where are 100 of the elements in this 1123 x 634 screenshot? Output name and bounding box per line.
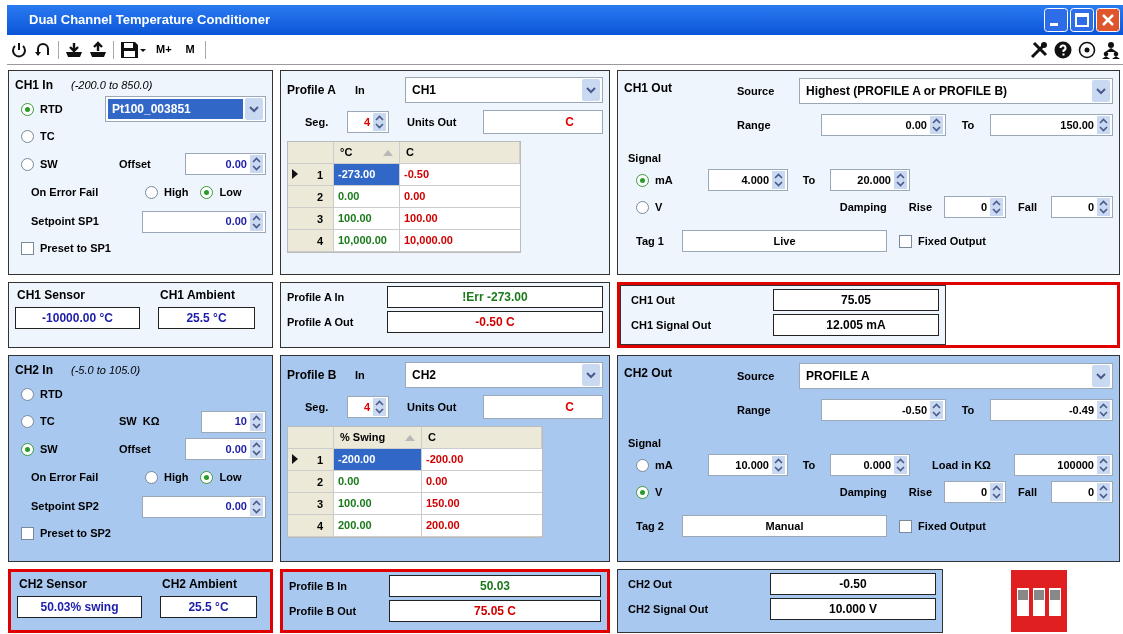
spin-field[interactable]: 100000 <box>1014 454 1113 476</box>
column-header[interactable]: C <box>400 142 520 164</box>
spin-field[interactable]: 4 <box>347 111 389 133</box>
checkbox-option[interactable]: Fixed Output <box>899 517 986 535</box>
spin-field[interactable]: 4 <box>347 396 389 418</box>
row-header[interactable]: 4 <box>288 230 334 252</box>
table-cell[interactable]: 0.00 <box>334 186 400 208</box>
dropdown[interactable]: PROFILE A <box>799 363 1113 389</box>
radio-option[interactable]: TC <box>15 128 119 145</box>
spin-field[interactable]: -0.49 <box>990 399 1113 421</box>
table-cell[interactable]: 200.00 <box>422 515 542 537</box>
table-cell[interactable]: 10,000.00 <box>334 230 400 252</box>
chevron-down-icon[interactable] <box>582 79 600 101</box>
spinner-icon[interactable] <box>1097 401 1110 419</box>
help-icon[interactable] <box>1054 40 1072 59</box>
table-cell[interactable]: 200.00 <box>334 515 422 537</box>
spin-field[interactable]: 0.000 <box>830 454 910 476</box>
column-header[interactable]: C <box>422 427 542 449</box>
radio-option[interactable]: RTD <box>15 385 105 403</box>
text-field[interactable]: Live <box>682 230 887 252</box>
row-header[interactable]: 1 <box>288 164 334 186</box>
upload-icon[interactable] <box>89 40 107 59</box>
radio-option[interactable]: mA <box>624 456 708 474</box>
spinner-icon[interactable] <box>1097 456 1110 474</box>
spin-field[interactable]: 0.00 <box>185 153 266 175</box>
checkbox-option[interactable]: Preset to SP2 <box>15 524 111 542</box>
dropdown[interactable]: CH2 <box>405 362 603 388</box>
spin-field[interactable]: 0.00 <box>142 495 266 518</box>
column-header[interactable]: °C <box>334 142 400 164</box>
row-header[interactable]: 2 <box>288 471 334 493</box>
spinner-icon[interactable] <box>772 456 785 474</box>
text-field[interactable]: C <box>483 110 603 134</box>
radio-option[interactable]: mA <box>624 171 708 189</box>
table-cell[interactable]: 0.00 <box>422 471 542 493</box>
radio-option[interactable]: RTD <box>15 100 105 118</box>
spin-field[interactable]: 0.00 <box>142 210 266 233</box>
minimize-button[interactable] <box>1044 8 1068 32</box>
power-icon[interactable] <box>10 40 28 59</box>
chevron-down-icon[interactable] <box>1092 365 1110 387</box>
spinner-icon[interactable] <box>373 113 386 131</box>
row-header[interactable]: 4 <box>288 515 334 537</box>
spinner-icon[interactable] <box>1097 198 1110 216</box>
spinner-icon[interactable] <box>373 398 386 416</box>
spinner-icon[interactable] <box>930 116 943 134</box>
memory-button[interactable]: M+ <box>152 41 176 58</box>
dropdown[interactable]: Pt100_003851 <box>105 96 266 122</box>
spinner-icon[interactable] <box>990 198 1004 216</box>
radio-option[interactable]: V <box>624 483 663 501</box>
spin-field[interactable]: 10 <box>201 410 266 433</box>
row-header[interactable]: 1 <box>288 449 334 471</box>
row-header[interactable]: 2 <box>288 186 334 208</box>
spin-field[interactable]: 0 <box>1051 481 1113 503</box>
text-field[interactable]: Manual <box>682 515 887 537</box>
spin-field[interactable]: 0 <box>1051 196 1113 218</box>
text-field[interactable]: C <box>483 395 603 419</box>
table-cell[interactable]: 10,000.00 <box>400 230 520 252</box>
row-header[interactable]: 3 <box>288 493 334 515</box>
memory-button[interactable]: M <box>181 41 199 58</box>
spin-field[interactable]: 4.000 <box>708 169 788 191</box>
spin-field[interactable]: 10.000 <box>708 454 788 476</box>
spin-field[interactable]: 20.000 <box>830 169 910 191</box>
spin-field[interactable]: 150.00 <box>990 114 1113 136</box>
table-cell[interactable]: 100.00 <box>400 208 520 230</box>
radio-option[interactable]: V <box>624 198 663 216</box>
tools-icon[interactable] <box>1030 40 1048 59</box>
target-icon[interactable] <box>1078 40 1096 59</box>
checkbox-option[interactable]: Preset to SP1 <box>15 239 111 257</box>
table-cell[interactable]: 100.00 <box>334 493 422 515</box>
spinner-icon[interactable] <box>250 440 263 458</box>
close-button[interactable] <box>1096 8 1120 32</box>
table-cell[interactable]: 0.00 <box>334 471 422 493</box>
table-cell[interactable]: -200.00 <box>422 449 542 471</box>
people-icon[interactable] <box>1102 40 1120 59</box>
spin-field[interactable]: 0.00 <box>185 438 266 460</box>
table-cell[interactable]: -200.00 <box>334 449 422 471</box>
chevron-down-icon[interactable] <box>1092 80 1110 102</box>
table-cell[interactable]: -0.50 <box>400 164 520 186</box>
spinner-icon[interactable] <box>1097 116 1110 134</box>
radio-option[interactable]: TC <box>15 413 119 430</box>
dropdown[interactable]: CH1 <box>405 77 603 103</box>
radio-option[interactable]: SW <box>15 440 119 458</box>
spinner-icon[interactable] <box>250 412 263 431</box>
spinner-icon[interactable] <box>894 171 907 189</box>
dropdown[interactable]: Highest (PROFILE A or PROFILE B) <box>799 78 1113 104</box>
spinner-icon[interactable] <box>250 497 263 516</box>
chevron-down-icon[interactable] <box>582 364 600 386</box>
spinner-icon[interactable] <box>772 171 785 189</box>
table-cell[interactable]: 150.00 <box>422 493 542 515</box>
spinner-icon[interactable] <box>250 155 263 173</box>
column-header[interactable]: % Swing <box>334 427 422 449</box>
checkbox-option[interactable]: Fixed Output <box>899 232 986 250</box>
spinner-icon[interactable] <box>250 212 263 231</box>
radio-option[interactable]: High <box>145 469 189 486</box>
maximize-button[interactable] <box>1070 8 1094 32</box>
chevron-down-icon[interactable] <box>245 98 263 120</box>
radio-option[interactable]: Low <box>200 469 242 486</box>
spin-field[interactable]: 0 <box>944 196 1007 218</box>
spin-field[interactable]: 0 <box>944 481 1007 503</box>
row-header[interactable]: 3 <box>288 208 334 230</box>
spinner-icon[interactable] <box>1097 483 1110 501</box>
